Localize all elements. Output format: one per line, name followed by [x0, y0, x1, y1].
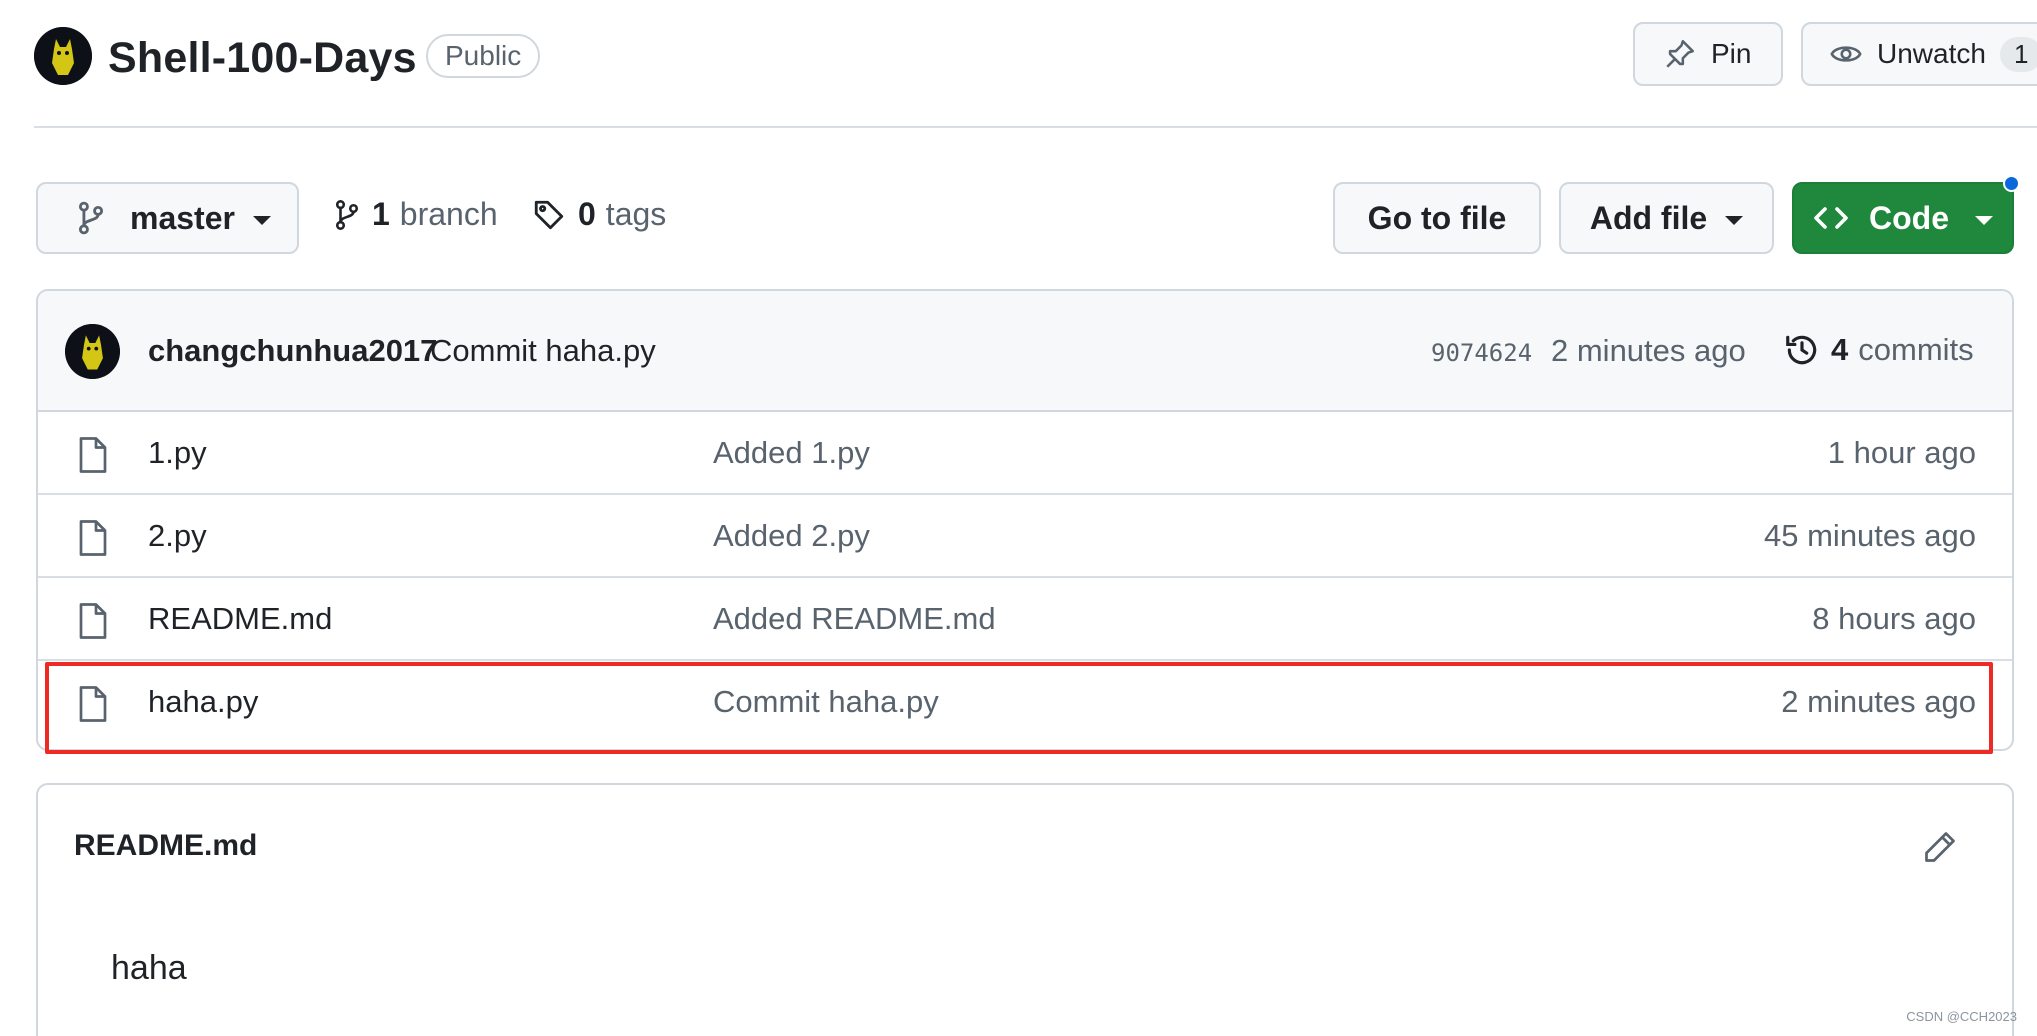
pin-icon: [1666, 39, 1695, 68]
chevron-down-icon: [1725, 215, 1744, 225]
code-label: Code: [1869, 199, 1949, 236]
file-row[interactable]: haha.py Commit haha.py 2 minutes ago: [38, 661, 2012, 744]
go-to-file-button[interactable]: Go to file: [1333, 182, 1541, 254]
code-button[interactable]: Code: [1792, 182, 2014, 254]
notification-dot: [2003, 175, 2020, 192]
pin-label: Pin: [1711, 38, 1752, 69]
commit-sha[interactable]: 9074624: [1431, 339, 1532, 367]
file-row[interactable]: README.md Added README.md 8 hours ago: [38, 578, 2012, 661]
file-row[interactable]: 2.py Added 2.py 45 minutes ago: [38, 495, 2012, 578]
pencil-icon[interactable]: [1922, 829, 1958, 865]
branches-link[interactable]: 1 branch: [334, 196, 498, 233]
file-name[interactable]: 2.py: [148, 518, 207, 554]
file-age: 8 hours ago: [1812, 601, 1976, 636]
commit-count: 4: [1831, 332, 1849, 367]
file-commit-message[interactable]: Commit haha.py: [713, 684, 939, 720]
file-commit-message[interactable]: Added 1.py: [713, 435, 870, 471]
branch-selector[interactable]: master: [36, 182, 299, 254]
chevron-down-icon: [1975, 215, 1993, 225]
readme-content: haha: [111, 949, 187, 987]
file-commit-message[interactable]: Added README.md: [713, 601, 996, 637]
unwatch-label: Unwatch: [1877, 38, 1986, 69]
tags-link[interactable]: 0 tags: [532, 196, 666, 233]
commit-author-avatar[interactable]: [65, 324, 120, 379]
commit-author[interactable]: changchunhua2017: [148, 333, 437, 369]
tag-icon: [534, 200, 564, 229]
file-name[interactable]: 1.py: [148, 435, 207, 471]
commit-age: 2 minutes ago: [1551, 333, 1746, 368]
file-icon: [79, 520, 107, 556]
git-branch-icon: [78, 201, 104, 235]
tag-label: tags: [605, 196, 667, 232]
repo-name[interactable]: Shell-100-Days: [108, 30, 417, 86]
commits-history-link[interactable]: 4 commits: [1783, 331, 1974, 369]
visibility-badge: Public: [426, 34, 541, 78]
eye-icon: [1830, 46, 1862, 62]
header-divider: [34, 126, 2037, 128]
file-icon: [79, 603, 107, 639]
history-icon: [1786, 335, 1817, 365]
file-age: 1 hour ago: [1827, 435, 1976, 470]
git-branch-icon: [335, 199, 359, 230]
code-icon: [1814, 207, 1848, 229]
watermark: CSDN @CCH2023: [1906, 1009, 2017, 1024]
readme-panel: README.md haha: [36, 783, 2014, 1036]
chevron-down-icon: [252, 215, 271, 225]
file-icon: [79, 686, 107, 722]
add-file-button[interactable]: Add file: [1559, 182, 1774, 254]
file-age: 45 minutes ago: [1764, 518, 1976, 553]
readme-title[interactable]: README.md: [74, 829, 257, 863]
file-browser: changchunhua2017 Commit haha.py 9074624 …: [36, 289, 2014, 751]
branch-name: master: [130, 199, 235, 236]
file-icon: [79, 437, 107, 473]
branch-count: 1: [372, 196, 390, 232]
file-name[interactable]: haha.py: [148, 684, 258, 720]
file-name[interactable]: README.md: [148, 601, 332, 637]
watch-count: 1: [1999, 36, 2037, 72]
latest-commit-bar: changchunhua2017 Commit haha.py 9074624 …: [38, 291, 2012, 412]
pin-button[interactable]: Pin: [1633, 22, 1783, 86]
repo-owner-avatar[interactable]: [34, 27, 92, 85]
branch-label: branch: [399, 196, 498, 232]
commit-message[interactable]: Commit haha.py: [430, 333, 656, 369]
file-commit-message[interactable]: Added 2.py: [713, 518, 870, 554]
add-file-label: Add file: [1589, 199, 1708, 236]
unwatch-button[interactable]: Unwatch 1: [1801, 22, 2037, 86]
file-row[interactable]: 1.py Added 1.py 1 hour ago: [38, 412, 2012, 495]
commit-label: commits: [1858, 332, 1974, 367]
tag-count: 0: [578, 196, 596, 232]
file-age: 2 minutes ago: [1781, 684, 1976, 719]
